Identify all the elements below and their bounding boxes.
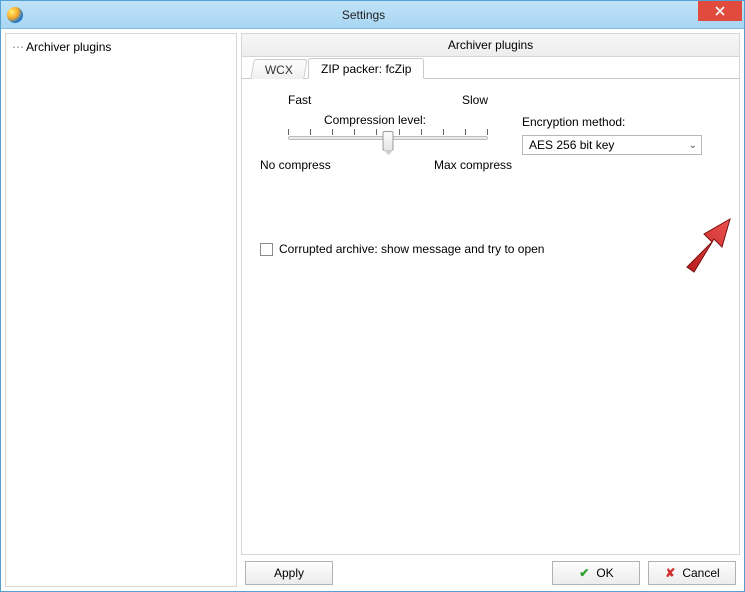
settings-window: Settings ⋯ Archiver plugins Archiver plu…: [0, 0, 745, 592]
button-bar: Apply ✔ OK ✘ Cancel: [241, 555, 740, 587]
encryption-select[interactable]: AES 256 bit key ⌄: [522, 135, 702, 155]
window-body: ⋯ Archiver plugins Archiver plugins WCX …: [1, 29, 744, 591]
sidebar-item-archiver-plugins[interactable]: ⋯ Archiver plugins: [8, 38, 234, 56]
tab-content: Fast Slow Compression level: No compress: [242, 79, 739, 554]
no-compress-label: No compress: [260, 158, 331, 172]
slow-label: Slow: [462, 93, 488, 107]
app-icon: [7, 7, 23, 23]
corrupted-archive-row[interactable]: Corrupted archive: show message and try …: [260, 242, 721, 256]
chevron-down-icon: ⌄: [689, 140, 697, 151]
compression-title: Compression level:: [260, 113, 490, 127]
encryption-label: Encryption method:: [522, 115, 702, 129]
tab-label: ZIP packer: fcZip: [321, 62, 411, 76]
sidebar-item-label: Archiver plugins: [26, 40, 111, 54]
compression-slider[interactable]: [288, 129, 488, 140]
speed-labels: Fast Slow: [288, 93, 488, 107]
titlebar: Settings: [1, 1, 744, 29]
apply-button[interactable]: Apply: [245, 561, 333, 585]
encryption-block: Encryption method: AES 256 bit key ⌄: [522, 115, 702, 155]
window-title: Settings: [29, 8, 698, 22]
x-icon: ✘: [664, 567, 676, 579]
tab-zip-packer[interactable]: ZIP packer: fcZip: [308, 58, 424, 79]
compress-labels: No compress Max compress: [260, 158, 512, 172]
close-icon: [715, 6, 725, 16]
tabstrip: WCX ZIP packer: fcZip: [242, 57, 739, 79]
fast-label: Fast: [288, 93, 311, 107]
close-button[interactable]: [698, 1, 742, 21]
sidebar-tree: ⋯ Archiver plugins: [5, 33, 237, 587]
right-panel: Archiver plugins WCX ZIP packer: fcZip F…: [241, 33, 740, 587]
panel-heading: Archiver plugins: [241, 33, 740, 57]
corrupted-archive-checkbox[interactable]: [260, 243, 273, 256]
tree-expand-icon: ⋯: [12, 40, 24, 54]
apply-label: Apply: [274, 566, 304, 580]
tabs-container: WCX ZIP packer: fcZip Fast Slow Compress…: [241, 57, 740, 555]
check-icon: ✔: [578, 567, 590, 579]
encryption-selected: AES 256 bit key: [529, 138, 614, 152]
ok-label: OK: [596, 566, 613, 580]
slider-thumb[interactable]: [383, 131, 394, 151]
cancel-button[interactable]: ✘ Cancel: [648, 561, 736, 585]
cancel-label: Cancel: [682, 566, 719, 580]
max-compress-label: Max compress: [434, 158, 512, 172]
ok-button[interactable]: ✔ OK: [552, 561, 640, 585]
slider-track: [288, 136, 488, 140]
tab-label: WCX: [265, 63, 293, 77]
tab-wcx[interactable]: WCX: [250, 59, 308, 79]
corrupted-archive-label: Corrupted archive: show message and try …: [279, 242, 544, 256]
